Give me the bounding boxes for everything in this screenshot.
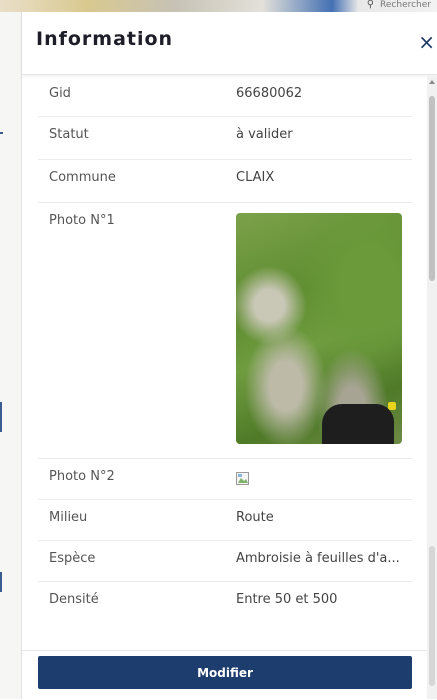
scrollbar-thumb[interactable] [429,96,435,281]
map-line [0,572,2,592]
field-row-photo-1: Photo N°1 [38,203,412,459]
panel-footer: Modifier [22,650,427,700]
field-value: 66680062 [236,86,303,101]
field-value: CLAIX [236,170,275,185]
broken-image-icon[interactable] [236,472,250,486]
information-panel: Information × Gid 66680062 Statut à vali… [22,12,437,700]
field-row-gid: Gid 66680062 [38,76,412,117]
scrollbar-track-segment [429,546,435,686]
photo-detail [322,404,394,444]
map-search[interactable]: ⚲ Rechercher [367,0,431,12]
close-icon[interactable]: × [418,32,435,52]
field-label: Statut [49,127,89,142]
field-value: à valider [236,127,293,142]
map-background: ⚲ Rechercher [0,0,437,12]
field-value: Entre 50 et 500 [236,592,338,607]
map-search-text: Rechercher [380,0,431,10]
field-value: Route [236,510,274,525]
field-row-photo-2: Photo N°2 [38,459,412,500]
fields-list[interactable]: Gid 66680062 Statut à valider Commune CL… [22,76,426,650]
search-icon[interactable]: ⚲ [367,0,374,10]
scroll-up-icon[interactable] [429,80,435,84]
photo-thumbnail[interactable] [236,213,402,444]
field-label: Commune [49,170,116,185]
field-row-statut: Statut à valider [38,117,412,160]
field-label: Photo N°1 [49,213,115,228]
field-row-milieu: Milieu Route [38,500,412,541]
map-line [0,132,3,134]
map-edge [0,12,22,699]
map-line [0,402,2,432]
field-row-densite: Densité Entre 50 et 500 [38,582,412,624]
modify-button[interactable]: Modifier [38,656,412,689]
panel-header: Information × [22,12,437,75]
field-label: Photo N°2 [49,469,115,484]
field-value: Ambroisie à feuilles d'a... [236,551,400,566]
field-row-espece: Espèce Ambroisie à feuilles d'a... [38,541,412,582]
panel-title: Information [36,28,174,50]
field-label: Gid [49,86,71,101]
field-label: Densité [49,592,99,607]
field-label: Milieu [49,510,88,525]
scrollbar[interactable] [427,76,437,699]
field-label: Espèce [49,551,96,566]
field-row-commune: Commune CLAIX [38,160,412,203]
